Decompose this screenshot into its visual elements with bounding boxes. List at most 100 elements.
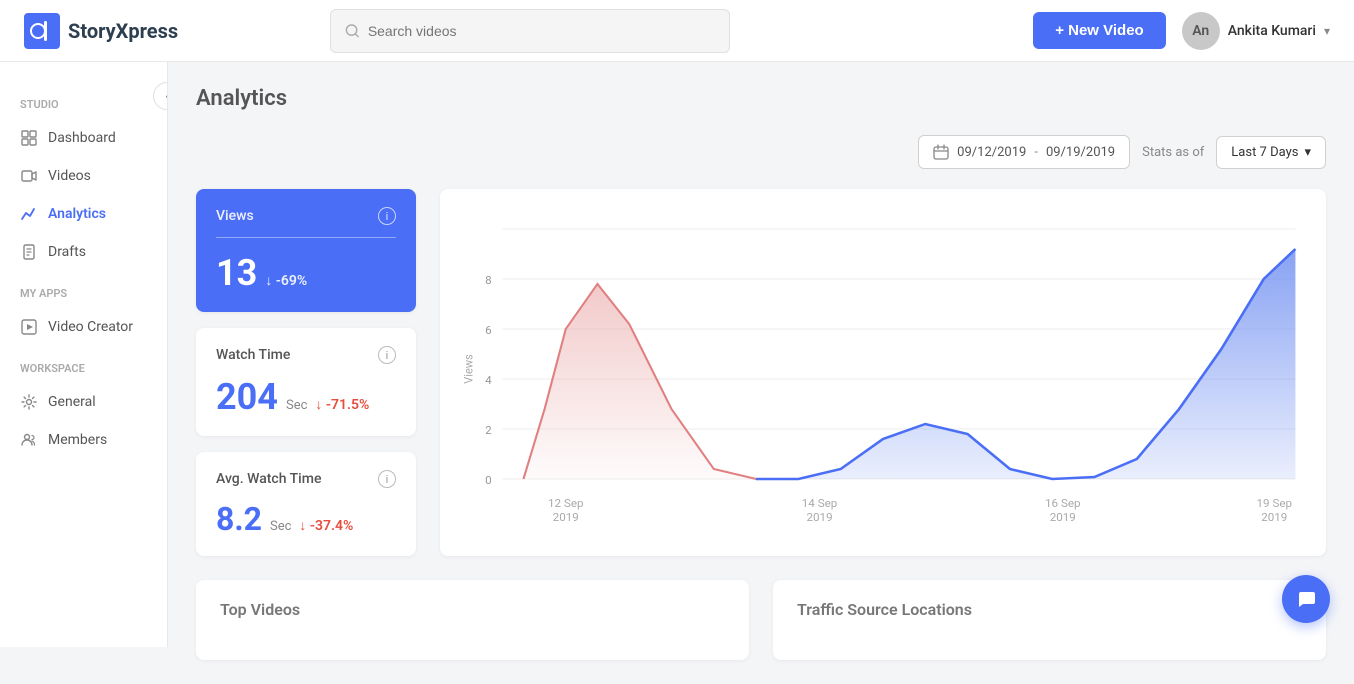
stats-label: Stats as of xyxy=(1142,145,1204,160)
sidebar: ‹ Studio Dashboard Videos Analytics Dra xyxy=(0,62,168,647)
sidebar-section-myapps: My Apps xyxy=(0,287,167,300)
sidebar-item-general[interactable]: General xyxy=(0,383,167,421)
svg-text:2: 2 xyxy=(485,423,492,437)
avg-watch-time-value-row: 8.2 Sec ↓ -37.4% xyxy=(216,500,396,538)
watch-time-label: Watch Time xyxy=(216,347,290,363)
header: StoryXpress + New Video An Ankita Kumari… xyxy=(0,0,1354,62)
chart-icon xyxy=(20,205,38,223)
svg-text:19 Sep: 19 Sep xyxy=(1257,496,1293,510)
views-card: Views i 13 ↓ -69% xyxy=(196,189,416,312)
date-separator: - xyxy=(1034,145,1038,160)
chat-icon xyxy=(1295,588,1317,610)
period-label: Last 7 Days xyxy=(1231,145,1298,160)
avg-watch-time-change: ↓ -37.4% xyxy=(299,517,353,534)
watch-time-card: Watch Time i 204 Sec ↓ -71.5% xyxy=(196,328,416,436)
new-video-button[interactable]: + New Video xyxy=(1033,12,1166,49)
chart-area: 0 2 4 6 8 Views xyxy=(440,189,1326,556)
watch-time-value-row: 204 Sec ↓ -71.5% xyxy=(216,376,396,418)
users-icon xyxy=(20,431,38,449)
sidebar-section-studio: Studio xyxy=(0,98,167,111)
svg-text:2019: 2019 xyxy=(1050,510,1076,524)
views-value: 13 xyxy=(216,252,257,294)
sidebar-label-members: Members xyxy=(48,432,107,448)
user-menu[interactable]: An Ankita Kumari ▾ xyxy=(1182,12,1330,50)
views-label: Views xyxy=(216,208,254,224)
sidebar-item-video-creator[interactable]: Video Creator xyxy=(0,308,167,346)
sidebar-item-videos[interactable]: Videos xyxy=(0,157,167,195)
period-chevron-icon: ▾ xyxy=(1304,145,1311,160)
date-end: 09/19/2019 xyxy=(1046,145,1115,160)
svg-text:2019: 2019 xyxy=(553,510,579,524)
svg-text:12 Sep: 12 Sep xyxy=(548,496,584,510)
calendar-icon xyxy=(933,144,949,160)
sidebar-item-analytics[interactable]: Analytics xyxy=(0,195,167,233)
svg-text:14 Sep: 14 Sep xyxy=(802,496,838,510)
date-range[interactable]: 09/12/2019 - 09/19/2019 xyxy=(918,135,1130,169)
filter-row: 09/12/2019 - 09/19/2019 Stats as of Last… xyxy=(196,135,1326,169)
video-icon xyxy=(20,167,38,185)
main-content: Analytics 09/12/2019 - 09/19/2019 Stats … xyxy=(168,62,1354,684)
period-select[interactable]: Last 7 Days ▾ xyxy=(1216,136,1326,169)
avg-watch-time-value: 8.2 xyxy=(216,500,262,538)
play-icon xyxy=(20,318,38,336)
svg-text:4: 4 xyxy=(485,373,492,387)
svg-text:2019: 2019 xyxy=(1261,510,1287,524)
watch-time-info-icon[interactable]: i xyxy=(378,346,396,364)
watch-time-unit: Sec xyxy=(286,398,307,413)
drafts-icon xyxy=(20,243,38,261)
user-name: Ankita Kumari xyxy=(1228,23,1316,39)
svg-text:0: 0 xyxy=(485,473,492,487)
avg-watch-time-unit: Sec xyxy=(270,519,291,534)
chat-bubble-button[interactable] xyxy=(1282,575,1330,623)
bottom-row: Top Videos Traffic Source Locations xyxy=(196,580,1326,660)
views-divider xyxy=(216,237,396,238)
top-videos-title: Top Videos xyxy=(220,600,300,619)
analytics-chart: 0 2 4 6 8 Views xyxy=(460,209,1306,529)
views-value-row: 13 ↓ -69% xyxy=(216,252,396,294)
svg-text:Views: Views xyxy=(461,354,475,384)
avg-watch-time-card: Avg. Watch Time i 8.2 Sec ↓ -37.4% xyxy=(196,452,416,556)
avatar: An xyxy=(1182,12,1220,50)
search-icon xyxy=(345,23,360,39)
page-title: Analytics xyxy=(196,86,1326,111)
avg-watch-time-header: Avg. Watch Time i xyxy=(216,470,396,488)
watch-time-change: ↓ -71.5% xyxy=(315,396,369,413)
avg-watch-time-label: Avg. Watch Time xyxy=(216,471,321,487)
logo-text: StoryXpress xyxy=(68,19,178,43)
layout: ‹ Studio Dashboard Videos Analytics Dra xyxy=(0,62,1354,684)
cards-and-chart: Views i 13 ↓ -69% Watch Time i xyxy=(196,189,1326,556)
chevron-down-icon: ▾ xyxy=(1324,24,1330,38)
sidebar-item-dashboard[interactable]: Dashboard xyxy=(0,119,167,157)
sidebar-label-video-creator: Video Creator xyxy=(48,319,133,335)
views-info-icon[interactable]: i xyxy=(378,207,396,225)
sidebar-label-videos: Videos xyxy=(48,168,91,184)
logo-icon xyxy=(24,13,60,49)
views-card-header: Views i xyxy=(216,207,396,225)
cards-column: Views i 13 ↓ -69% Watch Time i xyxy=(196,189,416,556)
watch-time-value: 204 xyxy=(216,376,278,418)
avg-watch-time-info-icon[interactable]: i xyxy=(378,470,396,488)
sidebar-item-drafts[interactable]: Drafts xyxy=(0,233,167,271)
grid-icon xyxy=(20,129,38,147)
search-input[interactable] xyxy=(368,23,715,39)
svg-text:2019: 2019 xyxy=(806,510,832,524)
sidebar-label-drafts: Drafts xyxy=(48,244,86,260)
top-videos-card: Top Videos xyxy=(196,580,749,660)
svg-text:6: 6 xyxy=(485,323,492,337)
sidebar-label-general: General xyxy=(48,394,96,410)
watch-time-header: Watch Time i xyxy=(216,346,396,364)
search-bar xyxy=(330,9,730,53)
sidebar-label-analytics: Analytics xyxy=(48,206,106,222)
header-right: + New Video An Ankita Kumari ▾ xyxy=(1033,12,1330,50)
sidebar-label-dashboard: Dashboard xyxy=(48,130,116,146)
traffic-sources-title: Traffic Source Locations xyxy=(797,600,972,619)
views-change: ↓ -69% xyxy=(265,272,307,289)
sidebar-item-members[interactable]: Members xyxy=(0,421,167,459)
sidebar-section-workspace: Workspace xyxy=(0,362,167,375)
date-start: 09/12/2019 xyxy=(957,145,1026,160)
svg-text:16 Sep: 16 Sep xyxy=(1045,496,1081,510)
svg-text:8: 8 xyxy=(485,273,492,287)
settings-icon xyxy=(20,393,38,411)
logo[interactable]: StoryXpress xyxy=(24,13,178,49)
traffic-sources-card: Traffic Source Locations xyxy=(773,580,1326,660)
